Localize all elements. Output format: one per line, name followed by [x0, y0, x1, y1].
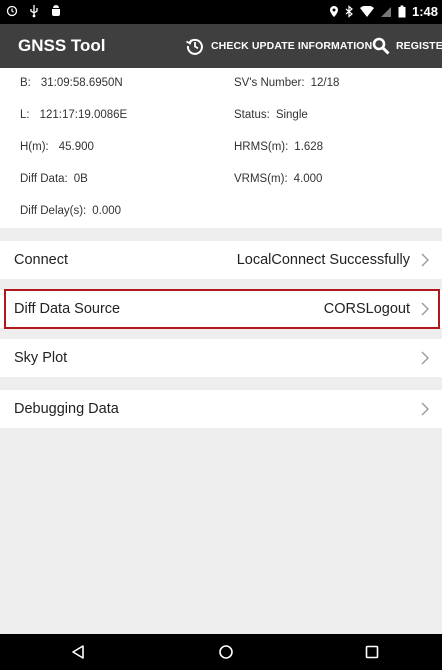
signal-icon — [380, 6, 391, 17]
info-h-value: 45.900 — [58, 141, 94, 153]
bluetooth-icon — [345, 5, 353, 18]
location-pin-icon — [329, 6, 338, 17]
chevron-right-icon — [421, 302, 429, 316]
info-l-value: 121:17:19.0086E — [39, 109, 128, 121]
status-left-icons — [6, 4, 62, 18]
check-update-button[interactable]: CHECK UPDATE INFORMATION — [185, 24, 372, 68]
back-button[interactable] — [66, 640, 90, 664]
info-l: L: 121:17:19.0086E — [20, 109, 127, 121]
info-l-label: L: — [20, 109, 30, 121]
info-diff-data: Diff Data: 0B — [20, 173, 88, 185]
recents-square-icon — [365, 645, 379, 659]
sky-plot-label: Sky Plot — [14, 350, 68, 366]
search-icon — [372, 37, 390, 55]
navigation-bar — [0, 634, 442, 670]
chevron-right-icon — [421, 402, 429, 416]
recents-button[interactable] — [360, 640, 384, 664]
sky-plot-row[interactable]: Sky Plot — [0, 339, 442, 377]
diff-data-source-label: Diff Data Source — [14, 301, 121, 317]
register-button[interactable]: REGISTER — [372, 24, 442, 68]
connect-label: Connect — [14, 252, 69, 268]
app-bar: GNSS Tool CHECK UPDATE INFORMATION REGIS… — [0, 24, 442, 68]
chevron-right-icon — [421, 253, 429, 267]
info-vrms-value: 4.000 — [293, 173, 323, 185]
android-debug-icon — [52, 5, 60, 16]
info-status: Status: Single — [234, 109, 308, 121]
info-h-label: H(m): — [20, 141, 49, 153]
debugging-data-row[interactable]: Debugging Data — [0, 390, 442, 428]
wifi-icon — [359, 5, 374, 17]
status-time: 1:48 — [411, 4, 438, 19]
chevron-right-icon — [421, 351, 429, 365]
debugging-data-label: Debugging Data — [14, 401, 119, 417]
info-b-value: 31:09:58.6950N — [40, 77, 123, 89]
register-label: REGISTER — [396, 40, 442, 52]
info-h: H(m): 45.900 — [20, 141, 94, 153]
info-hrms-label: HRMS(m): — [234, 141, 289, 153]
info-status-label: Status: — [234, 109, 270, 121]
info-hrms: HRMS(m): 1.628 — [234, 141, 323, 153]
diff-data-source-value: CORSLogout — [323, 301, 410, 317]
history-icon — [186, 38, 203, 55]
status-bar: 1:48 — [0, 0, 442, 24]
connect-row[interactable]: Connect LocalConnect Successfully — [0, 241, 442, 279]
info-diff-delay-label: Diff Delay(s): — [20, 205, 87, 217]
back-triangle-icon — [72, 645, 84, 659]
connect-value: LocalConnect Successfully — [236, 252, 410, 268]
info-diff-delay-value: 0.000 — [92, 205, 122, 217]
info-sv-value: 12/18 — [310, 77, 340, 89]
usb-icon — [30, 5, 38, 18]
info-vrms-label: VRMS(m): — [234, 173, 288, 185]
info-vrms: VRMS(m): 4.000 — [234, 173, 322, 185]
gnss-info-panel: B: 31:09:58.6950N L: 121:17:19.0086E H(m):… — [0, 68, 442, 228]
diff-data-source-row[interactable]: Diff Data Source CORSLogout — [0, 290, 442, 328]
check-update-label: CHECK UPDATE INFORMATION — [211, 40, 373, 52]
home-circle-icon — [219, 645, 233, 659]
info-b-label: B: — [20, 77, 31, 89]
info-sv: SV's Number: 12/18 — [234, 77, 339, 89]
app-title: GNSS Tool — [18, 36, 106, 55]
info-hrms-value: 1.628 — [294, 141, 324, 153]
info-diff-data-label: Diff Data: — [20, 173, 68, 185]
info-status-value: Single — [275, 109, 308, 121]
info-sv-label: SV's Number: — [234, 77, 305, 89]
clock-icon — [6, 5, 18, 17]
info-diff-data-value: 0B — [73, 173, 88, 185]
home-button[interactable] — [214, 640, 238, 664]
info-diff-delay: Diff Delay(s): 0.000 — [20, 205, 121, 217]
battery-icon — [398, 5, 406, 18]
status-right-icons: 1:48 — [329, 4, 438, 19]
info-b: B: 31:09:58.6950N — [20, 77, 123, 89]
